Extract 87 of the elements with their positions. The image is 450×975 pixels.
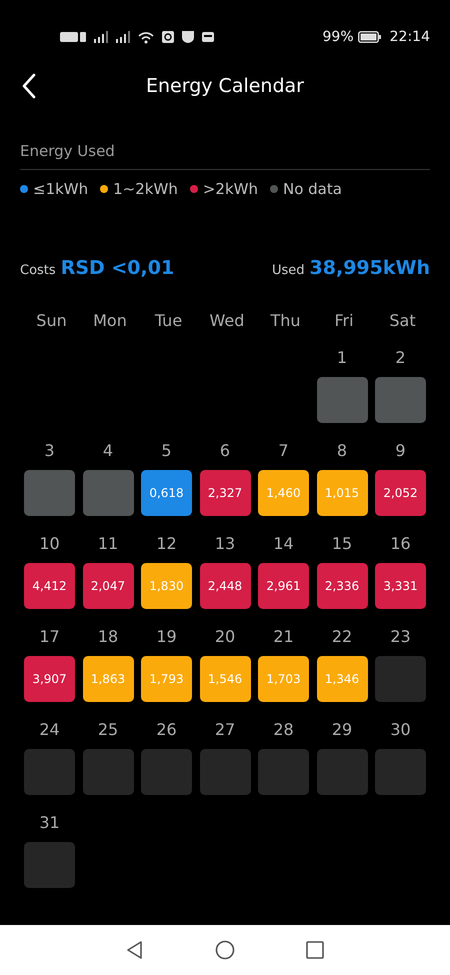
day-number: 13 [214, 532, 236, 554]
recents-icon [305, 940, 325, 960]
day-number: 2 [395, 346, 406, 368]
battery-percent: 99% [322, 28, 354, 46]
day-number: 21 [273, 626, 294, 648]
section-title: Energy Used [20, 140, 430, 170]
day-cell[interactable] [375, 376, 426, 422]
day-number: 14 [273, 532, 294, 554]
day-number: 10 [39, 532, 60, 554]
signal-icon [94, 31, 108, 43]
costs-value: RSD <0,01 [60, 257, 174, 279]
day-cell[interactable] [316, 376, 368, 422]
day-cell[interactable] [375, 656, 426, 702]
day-number: 19 [156, 626, 177, 648]
day-number: 7 [278, 440, 289, 462]
day-number: 22 [332, 626, 352, 648]
back-nav-button[interactable] [125, 940, 145, 960]
legend-label: 1~2kWh [113, 178, 178, 200]
day-number: 23 [390, 626, 411, 648]
wifi-icon [138, 30, 154, 44]
day-number: 17 [39, 626, 60, 648]
day-number: 5 [161, 440, 172, 462]
day-number: 6 [220, 440, 230, 462]
day-number: 28 [273, 718, 294, 740]
day-cell[interactable]: 4,412 [24, 562, 75, 608]
day-cell[interactable]: 2,052 [375, 470, 426, 516]
day-number: 30 [390, 718, 411, 740]
weekday-label: Sun [35, 310, 68, 332]
day-number: 12 [156, 532, 177, 554]
shield-icon [182, 31, 194, 43]
home-button[interactable] [215, 940, 235, 960]
back-icon [22, 73, 36, 99]
back-button[interactable] [22, 73, 36, 99]
costs-label: Costs [20, 263, 56, 278]
legend-label: ≤1kWh [33, 178, 88, 200]
weekday-label: Wed [208, 310, 246, 332]
weekday-label: Tue [154, 310, 184, 332]
day-number: 29 [332, 718, 352, 740]
day-number: 25 [98, 718, 118, 740]
day-cell[interactable] [82, 748, 134, 794]
legend-label: No data [282, 178, 342, 200]
used-label: Used [272, 263, 305, 278]
day-cell[interactable]: 2,336 [316, 562, 368, 608]
battery-icon [358, 31, 382, 43]
day-cell[interactable] [24, 748, 75, 794]
day-number: 20 [214, 626, 236, 648]
page-title: Energy Calendar [146, 74, 304, 99]
clock: 22:14 [390, 28, 430, 46]
weekday-label: Thu [269, 310, 302, 332]
used-value: 38,995kWh [310, 257, 430, 279]
day-cell[interactable] [316, 748, 368, 794]
day-cell[interactable] [141, 748, 192, 794]
back-nav-icon [125, 940, 145, 960]
day-number: 3 [44, 440, 55, 462]
day-cell[interactable] [375, 748, 426, 794]
weekday-label: Mon [92, 310, 128, 332]
day-number: 31 [39, 812, 60, 834]
day-number: 27 [214, 718, 236, 740]
day-cell[interactable] [258, 748, 309, 794]
weekday-label: Fri [333, 310, 355, 332]
signal-icon [116, 31, 130, 43]
legend-label: >2kWh [202, 178, 258, 200]
day-number: 24 [39, 718, 60, 740]
day-cell[interactable]: 2,961 [258, 562, 309, 608]
day-number: 4 [102, 440, 114, 462]
day-cell[interactable]: 0,618 [141, 470, 192, 516]
day-number: 11 [98, 532, 118, 554]
day-cell[interactable] [82, 470, 134, 516]
day-number: 16 [390, 532, 411, 554]
day-cell[interactable] [200, 748, 250, 794]
weekday-label: Sat [388, 310, 417, 332]
home-icon [215, 940, 235, 960]
day-number: 1 [336, 346, 348, 368]
day-number: 8 [336, 440, 348, 462]
day-number: 26 [156, 718, 177, 740]
day-number: 9 [395, 440, 406, 462]
card-icon [202, 32, 214, 42]
day-cell[interactable] [24, 470, 75, 516]
recents-button[interactable] [305, 940, 325, 960]
day-cell[interactable]: 2,327 [200, 470, 250, 516]
day-cell[interactable]: 2,448 [200, 562, 250, 608]
day-cell[interactable]: 2,047 [82, 562, 134, 608]
day-cell[interactable]: 3,331 [375, 562, 426, 608]
day-number: 15 [332, 532, 352, 554]
day-cell[interactable]: 3,907 [24, 656, 75, 702]
day-cell[interactable] [24, 842, 75, 888]
day-number: 18 [98, 626, 118, 648]
